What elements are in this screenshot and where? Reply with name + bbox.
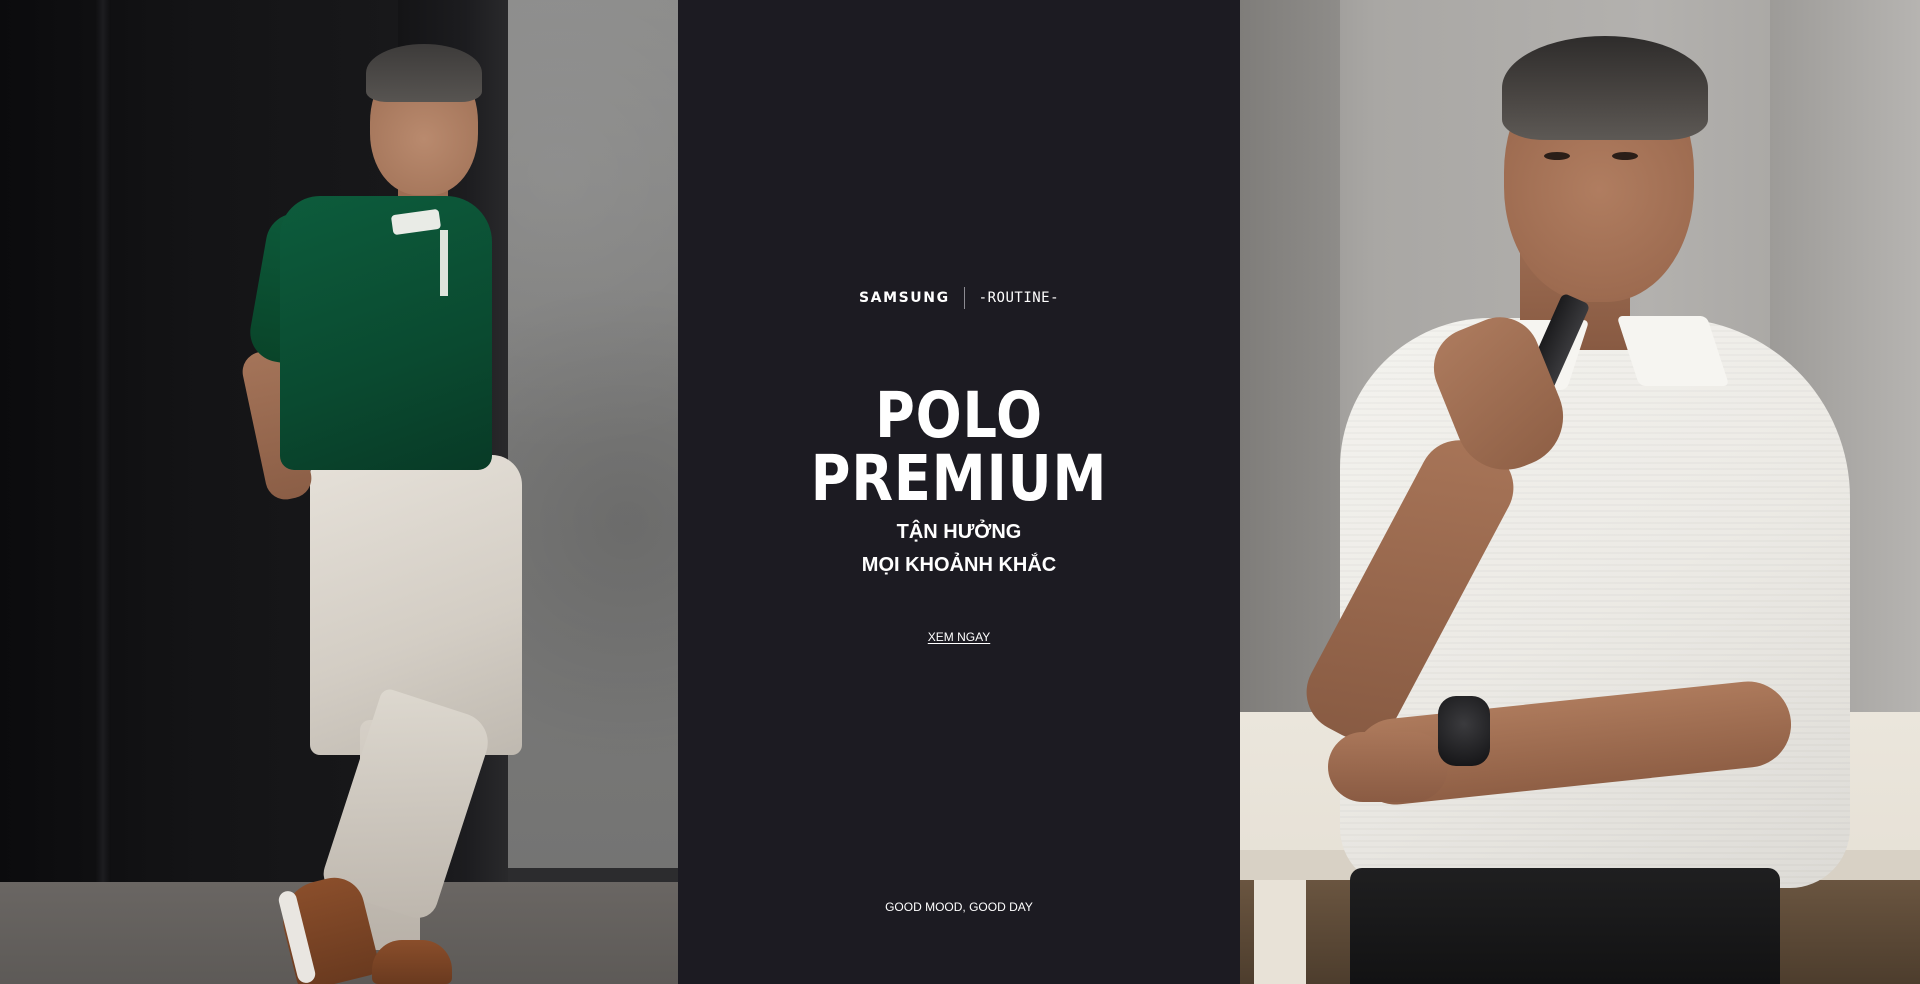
model-hair [1502,36,1708,140]
model-white-polo-photo [1240,0,1920,984]
model-hair [366,44,482,102]
center-content-panel: SAMSUNG -ROUTINE- POLO PREMIUM TẬN HƯỞNG… [678,0,1240,984]
shop-now-link[interactable]: XEM NGAY [928,630,990,644]
model-green-polo-photo [0,0,678,984]
table-leg [1254,880,1306,984]
cta-container: XEM NGAY [678,628,1240,646]
routine-logo: -ROUTINE- [978,290,1060,306]
subheadline-line-1: TẬN HƯỞNG [896,521,1022,543]
subheadline-line-2: MỌI KHOẢNH KHẮC [861,554,1057,576]
model-eye [1544,152,1570,160]
baseboard [508,868,678,882]
subheadline: TẬN HƯỞNG MỌI KHOẢNH KHẮC [678,516,1240,582]
brand-lockup: SAMSUNG -ROUTINE- [678,287,1240,309]
promo-banner: SAMSUNG -ROUTINE- POLO PREMIUM TẬN HƯỞNG… [0,0,1920,984]
green-polo-shirt [280,196,492,470]
model-pants [1350,868,1780,984]
polo-placket [440,230,448,296]
model-hand-lower [1328,732,1448,802]
headline: POLO PREMIUM [810,379,1108,515]
smartwatch-icon [1438,696,1490,766]
tagline: GOOD MOOD, GOOD DAY [885,900,1033,914]
brand-divider [963,287,965,309]
concrete-wall [508,0,678,872]
wall-panel-seam [95,0,111,940]
model-eye [1612,152,1638,160]
model-shoe-back [372,940,452,984]
samsung-logo: SAMSUNG [858,290,950,306]
